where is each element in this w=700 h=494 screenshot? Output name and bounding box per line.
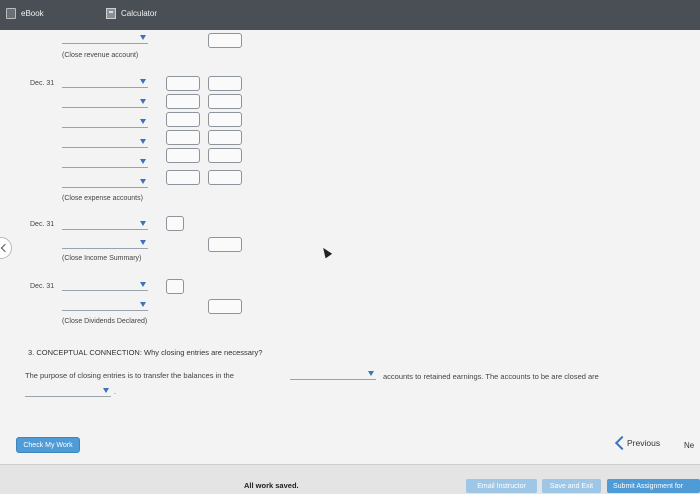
date-dec31-expense: Dec. 31 xyxy=(30,80,55,87)
save-and-exit-button[interactable]: Save and Exit xyxy=(542,479,601,493)
close-dividends-label: (Close Dividends Declared) xyxy=(62,318,148,325)
question-3-heading: 3. CONCEPTUAL CONNECTION: Why closing en… xyxy=(28,348,263,357)
dividends-dropdown-1[interactable] xyxy=(62,279,148,291)
book-icon xyxy=(6,8,16,19)
calculator-tab[interactable]: Calculator xyxy=(106,8,157,19)
dividends-debit-input[interactable] xyxy=(166,279,184,294)
close-revenue-label: (Close revenue account) xyxy=(62,52,139,59)
dividends-credit-input[interactable] xyxy=(208,299,242,314)
income-summary-credit-input[interactable] xyxy=(208,237,242,252)
expense-credit-input-5[interactable] xyxy=(208,148,242,163)
dropdown-arrow-icon xyxy=(140,240,146,245)
dropdown-arrow-icon xyxy=(140,302,146,307)
expense-account-dropdown-5[interactable] xyxy=(62,156,148,168)
expense-debit-input-3[interactable] xyxy=(166,112,200,127)
dropdown-arrow-icon xyxy=(140,139,146,144)
previous-button[interactable]: Previous xyxy=(615,436,660,450)
expense-credit-input-4[interactable] xyxy=(208,130,242,145)
close-expense-label: (Close expense accounts) xyxy=(62,195,143,202)
after-dropdown-text: accounts to retained earnings. The accou… xyxy=(383,372,599,381)
top-toolbar: eBook Calculator xyxy=(0,0,700,30)
dropdown-arrow-icon xyxy=(140,282,146,287)
revenue-account-dropdown[interactable] xyxy=(62,32,148,44)
dropdown-arrow-icon xyxy=(103,388,109,393)
expense-account-dropdown-2[interactable] xyxy=(62,96,148,108)
previous-label: Previous xyxy=(627,438,661,448)
dropdown-arrow-icon xyxy=(140,179,146,184)
income-summary-dropdown-2[interactable] xyxy=(62,237,148,249)
footer-bar: All work saved. Email Instructor Save an… xyxy=(0,464,700,494)
income-summary-dropdown-1[interactable] xyxy=(62,218,148,230)
dropdown-arrow-icon xyxy=(140,79,146,84)
temporary-accounts-dropdown[interactable] xyxy=(290,368,376,380)
purpose-text: The purpose of closing entries is to tra… xyxy=(25,371,234,380)
check-my-work-button[interactable]: Check My Work xyxy=(16,437,80,453)
expense-credit-input-6[interactable] xyxy=(208,170,242,185)
revenue-credit-input[interactable] xyxy=(208,33,242,48)
trailing-period: . xyxy=(114,389,116,396)
dividends-dropdown-2[interactable] xyxy=(62,299,148,311)
expense-credit-input-3[interactable] xyxy=(208,112,242,127)
calculator-icon xyxy=(106,8,116,19)
expense-debit-input-5[interactable] xyxy=(166,148,200,163)
dropdown-arrow-icon xyxy=(140,221,146,226)
ebook-tab[interactable]: eBook xyxy=(6,8,44,19)
close-income-summary-label: (Close Income Summary) xyxy=(62,255,142,262)
expense-debit-input-4[interactable] xyxy=(166,130,200,145)
dropdown-arrow-icon xyxy=(140,119,146,124)
expense-account-dropdown-6[interactable] xyxy=(62,176,148,188)
expense-account-dropdown-4[interactable] xyxy=(62,136,148,148)
dropdown-arrow-icon xyxy=(140,159,146,164)
expense-debit-input-2[interactable] xyxy=(166,94,200,109)
date-dec31-dividends: Dec. 31 xyxy=(30,283,55,290)
accounts-closed-dropdown[interactable] xyxy=(25,385,111,397)
submit-assignment-button[interactable]: Submit Assignment for xyxy=(607,479,700,493)
dropdown-arrow-icon xyxy=(368,371,374,376)
expense-account-dropdown-3[interactable] xyxy=(62,116,148,128)
expense-debit-input-1[interactable] xyxy=(166,76,200,91)
ebook-label: eBook xyxy=(21,9,44,18)
income-summary-debit-input[interactable] xyxy=(166,216,184,231)
expense-account-dropdown-1[interactable] xyxy=(62,76,148,88)
next-button[interactable]: Ne xyxy=(684,441,694,450)
expense-credit-input-1[interactable] xyxy=(208,76,242,91)
save-status: All work saved. xyxy=(244,481,299,490)
date-dec31-income-summary: Dec. 31 xyxy=(30,221,55,228)
email-instructor-button[interactable]: Email Instructor xyxy=(466,479,537,493)
chevron-left-icon xyxy=(615,436,623,450)
expense-credit-input-2[interactable] xyxy=(208,94,242,109)
dropdown-arrow-icon xyxy=(140,35,146,40)
calculator-label: Calculator xyxy=(121,9,158,18)
dropdown-arrow-icon xyxy=(140,99,146,104)
expense-debit-input-6[interactable] xyxy=(166,170,200,185)
